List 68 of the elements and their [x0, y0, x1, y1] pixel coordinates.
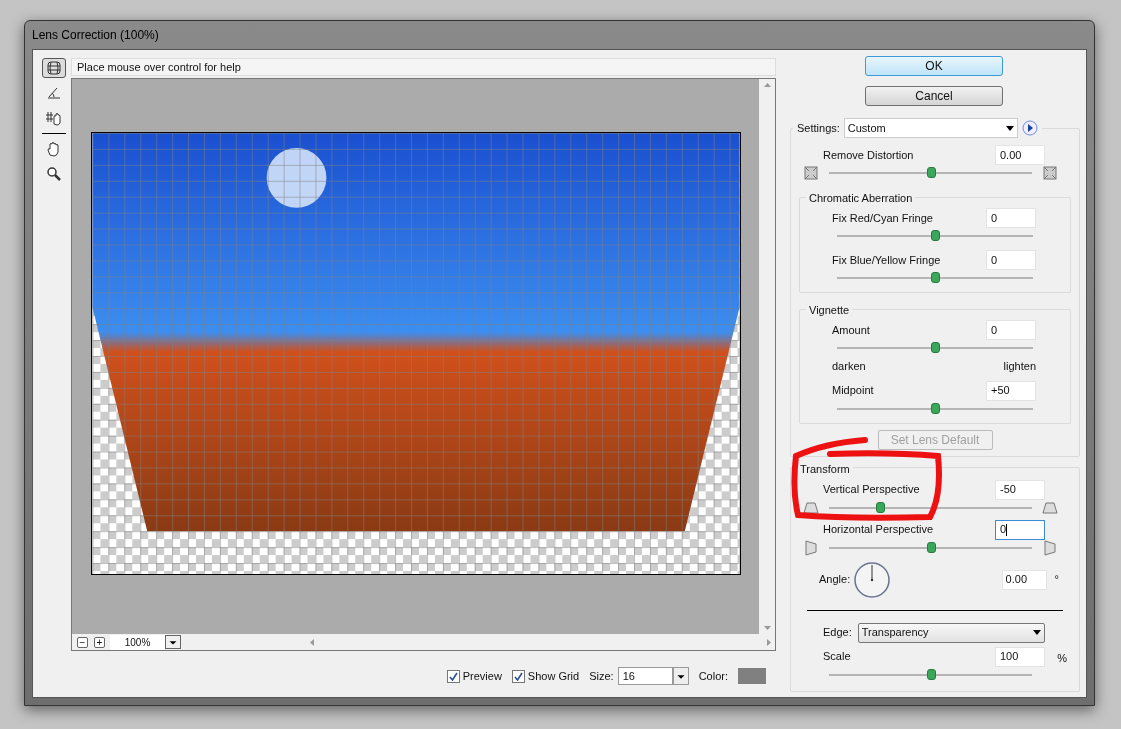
dialog-button[interactable]: Cancel: [865, 86, 1003, 106]
edge-dropdown[interactable]: Transparency: [857, 622, 1045, 643]
slider-label: Remove Distortion: [823, 147, 914, 163]
slider-label: Fix Red/Cyan Fringe: [832, 210, 933, 226]
angle-dial[interactable]: [854, 561, 891, 598]
tool-button[interactable]: [42, 58, 66, 78]
checkbox[interactable]: [511, 669, 525, 683]
angle-label: Angle:: [819, 572, 851, 588]
lighten-label: lighten: [1003, 359, 1036, 374]
slider-label: Amount: [832, 322, 870, 338]
size-label: Size:: [589, 668, 614, 684]
scroll-up-icon[interactable]: [763, 83, 771, 87]
slider-label: Fix Blue/Yellow Fringe: [832, 252, 941, 268]
slider-thumb[interactable]: [931, 402, 940, 414]
scroll-down-icon[interactable]: [763, 626, 771, 630]
percent-unit: %: [1057, 650, 1067, 666]
straighten-tool-icon: [46, 85, 62, 101]
value-field[interactable]: 100: [995, 646, 1045, 667]
value-field[interactable]: 0: [986, 250, 1036, 270]
barrel-icon: [803, 165, 819, 181]
checkbox-label: Preview: [462, 668, 502, 684]
keystone-reverse-icon: [1042, 499, 1058, 516]
edge-label: Edge:: [823, 625, 852, 641]
slider-thumb[interactable]: [931, 272, 940, 283]
slider-thumb[interactable]: [931, 230, 940, 241]
left-perspective-icon: [803, 539, 819, 556]
settings-dropdown[interactable]: Custom: [843, 118, 1018, 138]
value-field[interactable]: 0.00: [995, 145, 1045, 165]
zoom-icon: [46, 166, 62, 182]
window-title: Lens Correction (100%): [32, 27, 159, 44]
checkbox[interactable]: [446, 669, 460, 683]
slider-label: Midpoint: [832, 383, 874, 399]
slider-label: Vertical Perspective: [823, 482, 920, 498]
zoom-field[interactable]: 100%: [110, 634, 165, 650]
help-bar: Place mouse over control for help: [71, 58, 776, 76]
right-perspective-icon: [1042, 539, 1058, 556]
zoom-in-button[interactable]: +: [94, 636, 105, 648]
slider-thumb[interactable]: [926, 668, 936, 680]
darken-label: darken: [832, 359, 866, 374]
slider-thumb[interactable]: [926, 541, 936, 553]
color-label: Color:: [698, 668, 728, 684]
value-field[interactable]: +50: [986, 380, 1036, 401]
scroll-left-icon[interactable]: [310, 638, 314, 646]
distortion-tool-icon: [46, 60, 62, 76]
slider-label: Scale: [823, 649, 851, 665]
value-field[interactable]: 0: [986, 320, 1036, 340]
hand-icon: [46, 141, 62, 157]
grid-hand-icon: [45, 110, 63, 126]
color-swatch[interactable]: [738, 668, 766, 684]
scroll-right-icon[interactable]: [767, 638, 771, 646]
size-dropdown[interactable]: 16: [617, 667, 673, 685]
degree-unit: °: [1054, 572, 1059, 588]
angle-field[interactable]: 0.00: [1001, 569, 1047, 590]
zoom-out-button[interactable]: −: [77, 636, 88, 648]
checkbox-label: Show Grid: [527, 668, 580, 684]
keystone-icon: [803, 499, 819, 516]
settings-label: Settings:: [797, 120, 840, 136]
value-field[interactable]: 0: [986, 208, 1036, 228]
value-field[interactable]: -50: [995, 479, 1045, 500]
value-field[interactable]: 0: [995, 519, 1045, 540]
dialog-button[interactable]: OK: [865, 56, 1003, 76]
slider-thumb[interactable]: [931, 342, 940, 353]
slider-label: Horizontal Perspective: [823, 522, 934, 538]
slider-thumb[interactable]: [875, 501, 885, 513]
pincushion-icon: [1042, 165, 1058, 181]
dropdown-arrow-icon: [1005, 125, 1014, 131]
slider-thumb[interactable]: [926, 167, 936, 178]
dropdown-arrow-icon: [1033, 630, 1041, 635]
